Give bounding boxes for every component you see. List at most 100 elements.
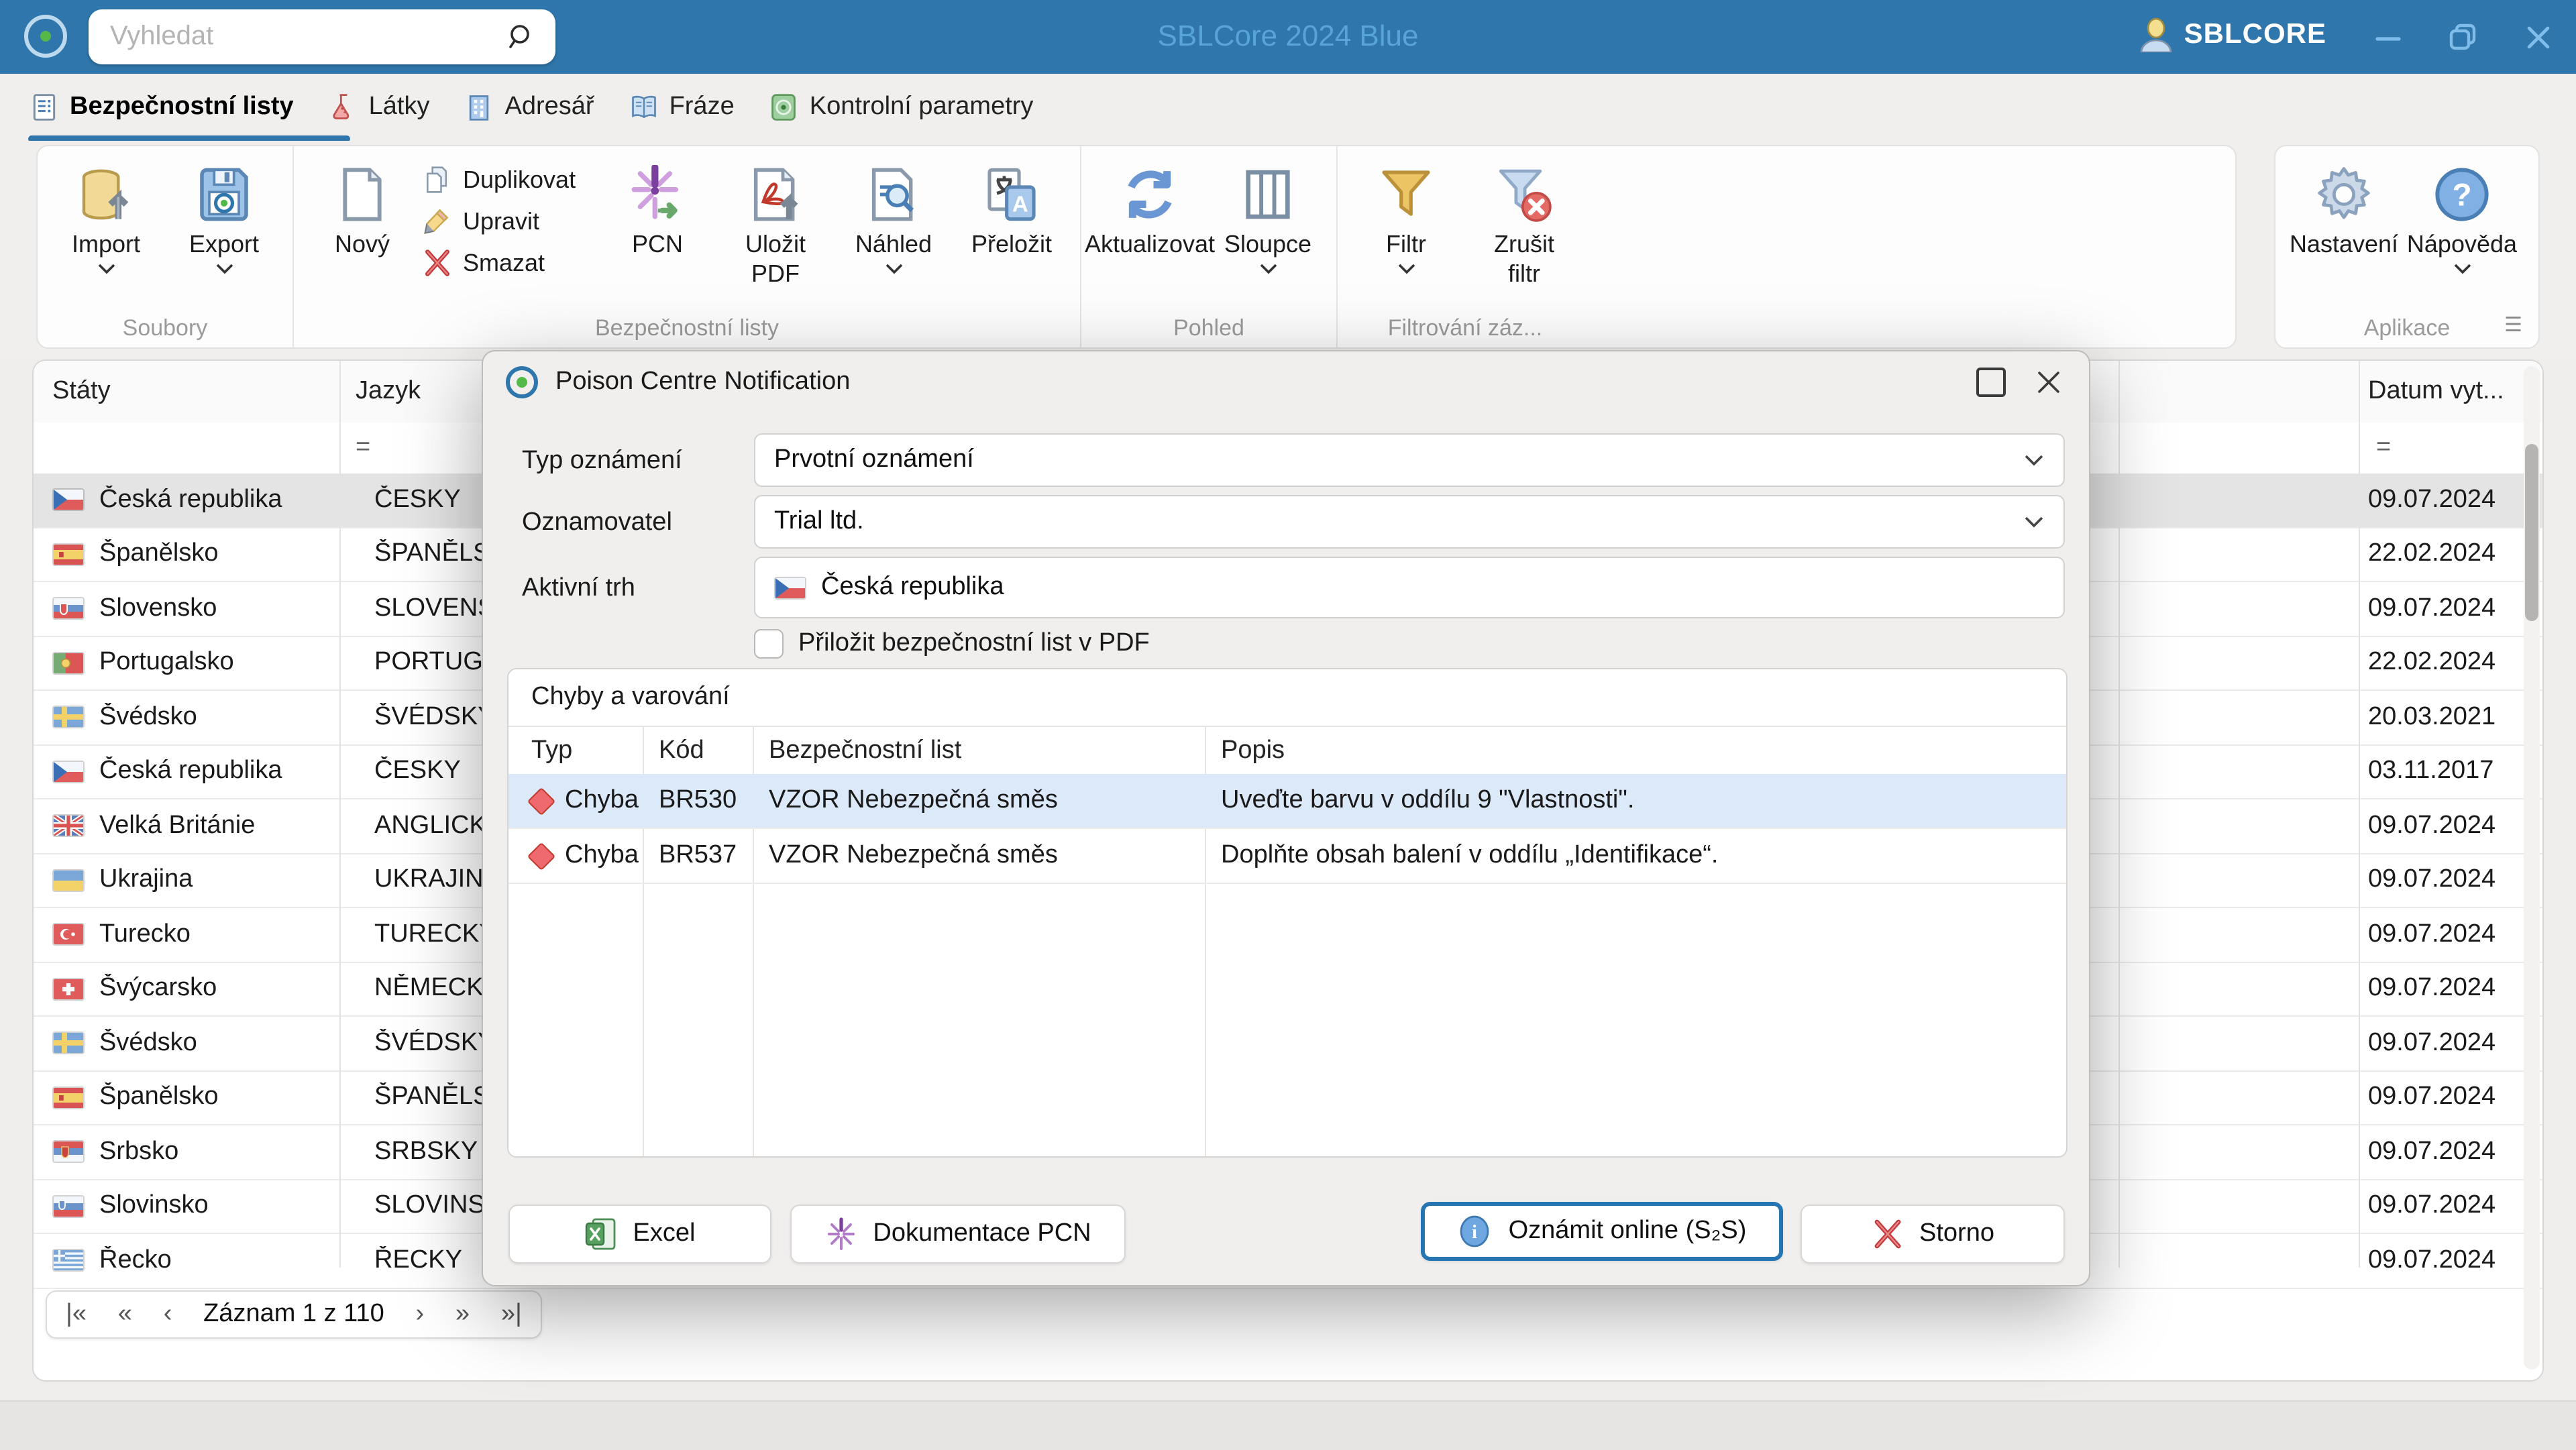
- errors-header-row: Typ Kód Bezpečnostní list Popis: [508, 726, 2066, 777]
- errors-column-sds[interactable]: Bezpečnostní list: [769, 727, 961, 775]
- country-flag-icon: [52, 1249, 85, 1272]
- pager-first-button[interactable]: |«: [66, 1300, 87, 1329]
- errors-column-typ[interactable]: Typ: [531, 727, 572, 775]
- poison-centre-notification-dialog: Poison Centre Notification Typ oznámení …: [482, 350, 2090, 1286]
- filtr-button[interactable]: Filtr: [1348, 154, 1464, 275]
- country-flag-icon: [52, 651, 85, 675]
- aktualizovat-button[interactable]: Aktualizovat: [1085, 154, 1215, 259]
- ribbon-collapse-icon[interactable]: ☰: [2504, 313, 2522, 337]
- restore-button[interactable]: [2426, 0, 2501, 74]
- minimize-button[interactable]: [2351, 0, 2426, 74]
- nastaven--button[interactable]: Nastavení: [2286, 154, 2402, 259]
- country-flag-icon: [52, 814, 85, 838]
- nov--button[interactable]: Nový: [305, 154, 420, 259]
- ribbon-small-button-stack: Duplikovat Upravit Smazat: [423, 154, 597, 278]
- tab-bezpe-nostn-listy[interactable]: Bezpečnostní listy: [30, 93, 294, 122]
- submit-online-button[interactable]: i Oznámit online (S₂S): [1421, 1202, 1783, 1261]
- p-elo-it-button[interactable]: A Přeložit: [954, 154, 1069, 259]
- vertical-scrollbar[interactable]: [2524, 366, 2540, 1370]
- main-tab-bar: Bezpečnostní listy Látky Adresář Fráze K…: [0, 74, 2576, 142]
- error-diamond-icon: [527, 786, 556, 816]
- account-area[interactable]: SBLCORE: [2140, 17, 2326, 52]
- search-icon[interactable]: [507, 22, 537, 52]
- attach-pdf-option[interactable]: Přiložit bezpečnostní list v PDF: [754, 629, 1150, 659]
- ribbon-group-label: Bezpečnostní listy: [594, 315, 779, 341]
- ribbon-group-label: Pohled: [1173, 315, 1244, 341]
- doc-duplicate-icon: [423, 165, 452, 194]
- upravit-button[interactable]: Upravit: [423, 207, 597, 236]
- pcn-button[interactable]: PCN: [600, 154, 715, 259]
- pager-last-button[interactable]: »|: [501, 1300, 522, 1329]
- column-divider: [339, 361, 341, 1268]
- n-pov-da-button[interactable]: ? Nápověda: [2404, 154, 2520, 275]
- search-box[interactable]: [89, 9, 555, 64]
- errors-column-popis[interactable]: Popis: [1221, 727, 1285, 775]
- scrollbar-thumb[interactable]: [2525, 444, 2538, 621]
- dialog-maximize-button[interactable]: [1976, 368, 2006, 397]
- tab-l-tky[interactable]: Látky: [329, 93, 430, 122]
- tab-kontroln-parametry[interactable]: Kontrolní parametry: [769, 93, 1033, 122]
- filter-operator-created[interactable]: =: [2376, 423, 2391, 473]
- country-flag-icon: [52, 977, 85, 1001]
- ribbon-group-soubory: Import Export Soubory: [38, 146, 292, 347]
- country-flag-icon: [52, 706, 85, 729]
- cancel-button[interactable]: Storno: [1801, 1205, 2065, 1264]
- errors-column-kod[interactable]: Kód: [659, 727, 704, 775]
- tab-fr-ze[interactable]: Fráze: [629, 93, 735, 122]
- column-header-created[interactable]: Datum vyt...: [2368, 361, 2504, 423]
- chevron-down-icon: [2023, 453, 2045, 467]
- column-header-states[interactable]: Státy: [52, 361, 111, 423]
- pcn-documentation-button[interactable]: Dokumentace PCN: [790, 1205, 1126, 1264]
- filter-operator-language[interactable]: =: [356, 423, 370, 473]
- doc-list-icon: [30, 93, 59, 122]
- pager-next-page-button[interactable]: »: [455, 1300, 470, 1329]
- country-flag-icon: [52, 1140, 85, 1164]
- country-flag-icon: [52, 923, 85, 946]
- zru-it-filtr-button[interactable]: Zrušit filtr: [1466, 154, 1582, 288]
- columns-icon: [1238, 160, 1297, 229]
- flask-icon: [329, 93, 358, 122]
- chevron-down-icon: [214, 263, 234, 275]
- column-header-language[interactable]: Jazyk: [356, 361, 421, 423]
- pager-prev-page-button[interactable]: «: [118, 1300, 132, 1329]
- smazat-button[interactable]: Smazat: [423, 248, 597, 278]
- app-logo-icon: [24, 15, 67, 58]
- column-divider: [2118, 361, 2120, 1268]
- window-title: SBLCore 2024 Blue: [1157, 19, 1419, 52]
- ribbon-group-bezpe-nostn-listy: Nový Duplikovat Upravit Smazat PCN Uložit PDF N…: [292, 146, 1080, 347]
- user-icon: [2140, 17, 2172, 52]
- ulo-it-pdf-button[interactable]: Uložit PDF: [718, 154, 833, 288]
- ribbon-group-label: Soubory: [122, 315, 208, 341]
- sloupce-button[interactable]: Sloupce: [1210, 154, 1326, 275]
- excel-button[interactable]: Excel: [508, 1205, 771, 1264]
- attach-pdf-checkbox[interactable]: [754, 629, 784, 659]
- target-icon: [769, 93, 799, 122]
- country-flag-icon: [52, 1086, 85, 1109]
- dialog-close-button[interactable]: [2033, 366, 2065, 398]
- country-flag-icon: [52, 488, 85, 512]
- duplikovat-button[interactable]: Duplikovat: [423, 165, 597, 194]
- notification-type-select[interactable]: Prvotní oznámení: [754, 433, 2065, 487]
- tab-adres-[interactable]: Adresář: [465, 93, 594, 122]
- error-row[interactable]: Chyba BR530 VZOR Nebezpečná směs Uveďte …: [508, 774, 2066, 829]
- status-strip: [0, 1400, 2576, 1450]
- pager-prev-button[interactable]: ‹: [164, 1300, 172, 1329]
- error-row[interactable]: Chyba BR537 VZOR Nebezpečná směs Doplňte…: [508, 829, 2066, 884]
- notifier-select[interactable]: Trial ltd.: [754, 495, 2065, 549]
- pencil-icon: [423, 207, 452, 236]
- close-button[interactable]: [2501, 0, 2576, 74]
- export-button[interactable]: Export: [166, 154, 282, 275]
- active-market-list[interactable]: Česká republika: [754, 557, 2065, 618]
- pager-next-button[interactable]: ›: [416, 1300, 425, 1329]
- search-input[interactable]: [89, 21, 507, 52]
- pcn-burst-icon: [628, 160, 687, 229]
- record-pager: |« « ‹ Záznam 1 z 110 › » »|: [46, 1290, 542, 1339]
- ribbon-group-filtrov-n-z-z-: Filtr Zrušit filtr Filtrování záz...: [1336, 146, 1593, 347]
- building-icon: [465, 93, 494, 122]
- help-icon: ?: [2432, 160, 2491, 229]
- svg-text:i: i: [1472, 1222, 1478, 1243]
- import-button[interactable]: Import: [48, 154, 164, 275]
- pdf-save-icon: [746, 160, 805, 229]
- import-icon: [76, 160, 136, 229]
- n-hled-button[interactable]: Náhled: [836, 154, 951, 275]
